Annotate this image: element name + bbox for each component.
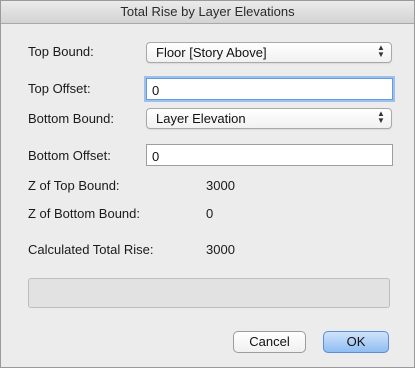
up-down-chevron-icon: ▲ ▼ — [377, 43, 385, 59]
bottom-bound-label: Bottom Bound: — [28, 111, 114, 126]
top-bound-value: Floor [Story Above] — [156, 45, 267, 60]
z-bottom-value: 0 — [206, 206, 214, 221]
window-title: Total Rise by Layer Elevations — [1, 1, 414, 24]
total-rise-label: Calculated Total Rise: — [28, 242, 154, 257]
bottom-offset-field[interactable] — [146, 144, 393, 166]
z-top-value: 3000 — [206, 178, 235, 193]
bottom-bound-value: Layer Elevation — [156, 111, 246, 126]
z-top-label: Z of Top Bound: — [28, 178, 120, 193]
progress-area — [28, 278, 390, 308]
up-down-chevron-icon: ▲ ▼ — [377, 109, 385, 125]
top-bound-label: Top Bound: — [28, 44, 94, 59]
bottom-offset-label: Bottom Offset: — [28, 148, 111, 163]
top-offset-label: Top Offset: — [28, 81, 91, 96]
total-rise-value: 3000 — [206, 242, 235, 257]
z-bottom-label: Z of Bottom Bound: — [28, 206, 141, 221]
bottom-bound-popup[interactable]: Layer Elevation ▲ ▼ — [146, 108, 392, 129]
cancel-button[interactable]: Cancel — [233, 331, 306, 353]
top-bound-popup[interactable]: Floor [Story Above] ▲ ▼ — [146, 42, 392, 63]
ok-button[interactable]: OK — [323, 331, 389, 353]
top-offset-field[interactable] — [146, 78, 393, 100]
dialog: Total Rise by Layer Elevations Top Bound… — [0, 0, 415, 368]
